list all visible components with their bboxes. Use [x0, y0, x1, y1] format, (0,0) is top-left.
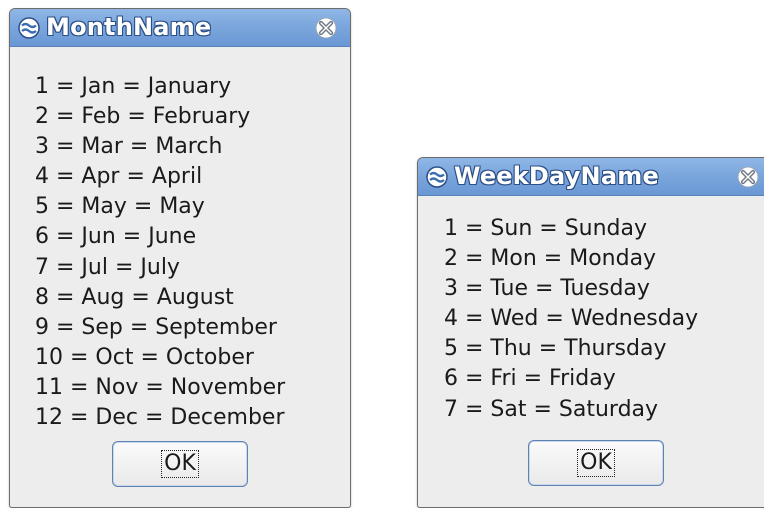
list-item: 4 = Wed = Wednesday: [444, 306, 699, 332]
dialog-body: 1 = Sun = Sunday 2 = Mon = Monday 3 = Tu…: [418, 196, 764, 507]
weekday-name-dialog: WeekDayName 1 = Sun = Sunday 2 = Mon = M…: [417, 157, 764, 508]
list-item: 3 = Mar = March: [35, 134, 223, 160]
list-item: 4 = Apr = April: [35, 164, 203, 190]
titlebar[interactable]: WeekDayName: [418, 158, 764, 196]
desktop: MonthName 1 = Jan = January 2 = Feb = Fe…: [0, 0, 764, 508]
close-icon[interactable]: [736, 166, 760, 188]
list-item: 2 = Mon = Monday: [444, 246, 657, 272]
app-menu-icon[interactable]: [18, 17, 40, 39]
ok-button-label: OK: [161, 450, 199, 478]
list-item: 7 = Jul = July: [35, 254, 180, 280]
list-item: 5 = Thu = Thursday: [444, 336, 667, 362]
weekday-list: 1 = Sun = Sunday 2 = Mon = Monday 3 = Tu…: [444, 214, 698, 425]
list-item: 2 = Feb = February: [35, 104, 251, 130]
month-name-dialog: MonthName 1 = Jan = January 2 = Feb = Fe…: [9, 8, 351, 508]
app-menu-icon[interactable]: [426, 166, 448, 188]
list-item: 1 = Sun = Sunday: [444, 216, 648, 241]
titlebar[interactable]: MonthName: [10, 9, 350, 47]
dialog-body: 1 = Jan = January 2 = Feb = February 3 =…: [10, 47, 350, 507]
month-list: 1 = Jan = January 2 = Feb = February 3 =…: [35, 72, 285, 433]
list-item: 12 = Dec = December: [35, 405, 285, 431]
list-item: 1 = Jan = January: [35, 74, 232, 99]
ok-button-label: OK: [577, 449, 615, 477]
list-item: 6 = Jun = June: [35, 224, 197, 250]
ok-button[interactable]: OK: [528, 440, 664, 486]
ok-button[interactable]: OK: [112, 441, 248, 487]
list-item: 8 = Aug = August: [35, 284, 234, 310]
list-item: 3 = Tue = Tuesday: [444, 276, 650, 302]
window-title: MonthName: [46, 13, 212, 41]
list-item: 10 = Oct = October: [35, 344, 254, 370]
list-item: 7 = Sat = Saturday: [444, 396, 659, 422]
window-title: WeekDayName: [454, 162, 659, 190]
close-icon[interactable]: [314, 17, 338, 39]
list-item: 11 = Nov = November: [35, 374, 286, 400]
list-item: 6 = Fri = Friday: [444, 366, 616, 392]
list-item: 9 = Sep = September: [35, 314, 277, 340]
list-item: 5 = May = May: [35, 194, 205, 220]
